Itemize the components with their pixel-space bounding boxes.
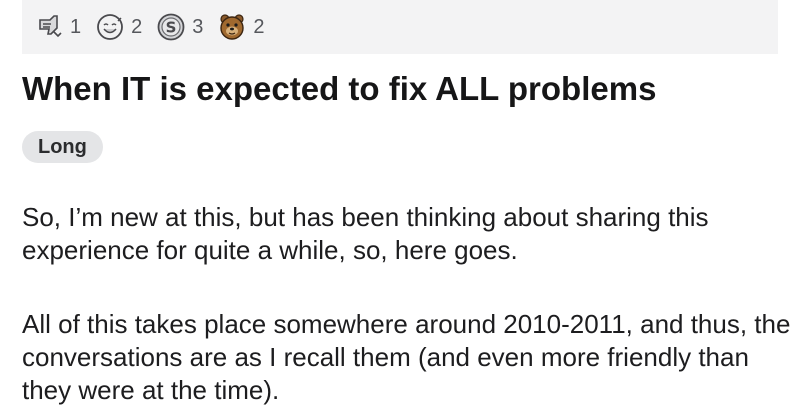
bear-award-icon xyxy=(217,12,247,42)
post-page: 1 2 S 3 2 When IT is expected to fix ALL… xyxy=(0,0,800,420)
award-item[interactable]: 2 xyxy=(217,12,265,42)
silver-coin-award-icon: S xyxy=(156,12,186,42)
svg-text:S: S xyxy=(166,19,177,37)
award-item[interactable]: S 3 xyxy=(156,12,203,42)
post-body-paragraph: So, I’m new at this, but has been thinki… xyxy=(22,202,709,265)
award-count: 3 xyxy=(192,15,204,38)
awards-bar: 1 2 S 3 2 xyxy=(22,0,778,54)
wholesome-face-award-icon xyxy=(95,12,125,42)
award-item[interactable]: 2 xyxy=(95,12,142,42)
award-item[interactable]: 1 xyxy=(34,12,81,42)
post-title[interactable]: When IT is expected to fix ALL problems xyxy=(22,70,656,108)
award-count: 2 xyxy=(131,15,143,38)
post-flair-badge[interactable]: Long xyxy=(22,131,103,163)
award-count: 2 xyxy=(253,15,265,38)
thumbs-down-award-icon xyxy=(34,12,64,42)
award-count: 1 xyxy=(70,15,82,38)
post-body-paragraph: All of this takes place somewhere around… xyxy=(22,309,791,405)
